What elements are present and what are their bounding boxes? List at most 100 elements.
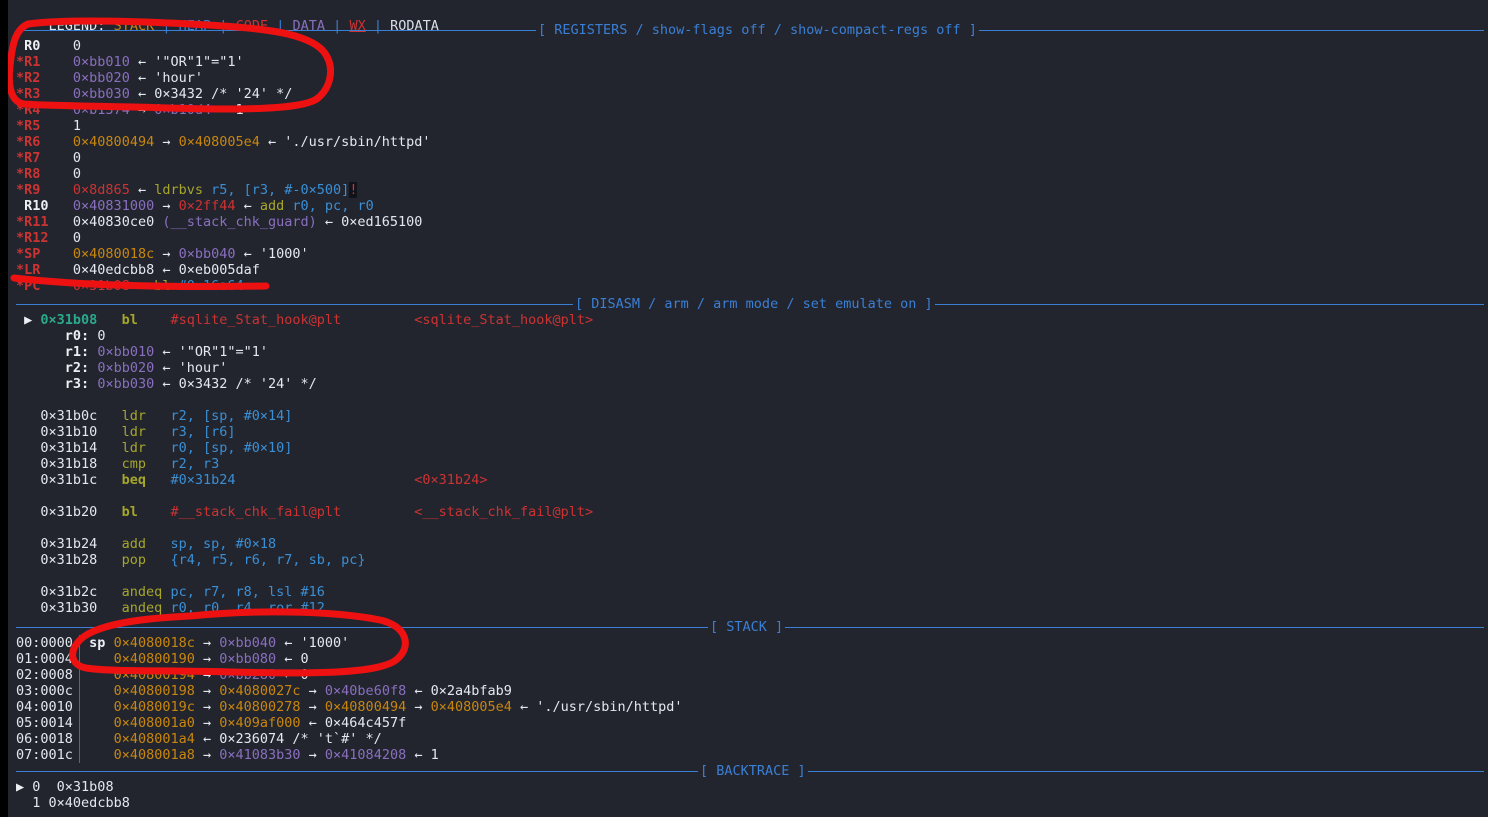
value-fragment: 0×41084208: [324, 747, 407, 763]
register-name: SP: [24, 246, 57, 262]
value-fragment: (__stack_chk_guard): [154, 214, 317, 230]
register-name: R10: [24, 198, 57, 214]
backtrace-address: 0×40edcbb8: [48, 795, 130, 811]
stack-row: 06:0018 0×408001a4 ← 0×236074 /* 't`#' *…: [8, 731, 1488, 747]
disasm-instruction-row: 0×31b0c ldr r2, [sp, #0×14]: [8, 408, 1488, 424]
register-name: R12: [24, 230, 57, 246]
register-name: R6: [24, 134, 57, 150]
value-fragment: →: [194, 651, 220, 667]
value-fragment: [203, 182, 211, 198]
disasm-address: 0×31b14: [40, 440, 122, 456]
value-fragment: ←: [154, 376, 179, 392]
value-fragment: 0×31b08: [72, 278, 130, 294]
disasm-operands: r2, [sp, #0×14]: [170, 408, 415, 424]
value-fragment: 0×40be60f8: [324, 683, 407, 699]
disasm-address: 0×31b30: [40, 600, 122, 616]
value-fragment: →: [194, 699, 220, 715]
backtrace-panel: ▶ 0 0×31b08 1 0×40edcbb8: [8, 779, 1488, 811]
register-modified-star: *: [16, 230, 25, 246]
value-fragment: 'hour': [178, 360, 228, 376]
register-row-r2: *R2 0×bb020 ← 'hour': [8, 70, 1488, 86]
register-row-r4: *R4 0×b1374 → 0×b10d4 ← 1: [8, 102, 1488, 118]
stack-register-tag: [89, 651, 105, 667]
disasm-arg-label: r2:: [64, 360, 90, 376]
value-fragment: 0×4080018c: [72, 246, 155, 262]
value-fragment: ←: [235, 198, 260, 214]
value-fragment: 0×bb280: [219, 667, 277, 683]
stack-offset: 06:0018: [16, 731, 73, 747]
disasm-instruction-row: 0×31b30 andeq r0, r0, r4, ror #12: [8, 600, 1488, 616]
value-fragment: 0×408005e4: [178, 134, 260, 150]
value-fragment: 0×40edcbb8: [72, 262, 155, 278]
register-modified-star: *: [16, 150, 25, 166]
value-fragment: ←: [129, 182, 155, 198]
value-fragment: →: [194, 747, 220, 763]
stack-gutter-separator: [79, 651, 80, 667]
disasm-instruction-row: ▶ 0×31b08 bl #sqlite_Stat_hook@plt <sqli…: [8, 312, 1488, 328]
value-fragment: 0×408005e4: [430, 699, 512, 715]
disasm-arg-label: r1:: [64, 344, 90, 360]
disasm-instruction-row: 0×31b10 ldr r3, [r6]: [8, 424, 1488, 440]
register-modified-star: *: [16, 214, 25, 230]
disasm-address: 0×31b10: [40, 424, 122, 440]
register-row-lr: *LR 0×40edcbb8 ← 0×eb005daf: [8, 262, 1488, 278]
disasm-instruction-row: 0×31b28 pop {r4, r5, r6, r7, sb, pc}: [8, 552, 1488, 568]
value-fragment: './usr/sbin/httpd': [284, 134, 431, 150]
value-fragment: 0×bb020: [72, 70, 130, 86]
stack-gutter-separator: [79, 635, 80, 651]
value-fragment: 0×bb040: [178, 246, 236, 262]
disasm-instruction-row: 0×31b14 ldr r0, [sp, #0×10]: [8, 440, 1488, 456]
stack-offset: 00:0000: [16, 635, 73, 651]
register-row-r8: *R8 0: [8, 166, 1488, 182]
value-fragment: ldrbvs: [154, 182, 203, 198]
value-fragment: 0: [300, 651, 309, 667]
stack-gutter-separator: [79, 731, 80, 747]
stack-register-tag: [89, 683, 105, 699]
stack-row: 05:0014 0×408001a0 → 0×409af000 ← 0×464c…: [8, 715, 1488, 731]
disasm-mnemonic: ldr: [121, 440, 171, 456]
value-fragment: →: [129, 102, 155, 118]
value-fragment: '"OR"1"="1': [154, 54, 244, 70]
disasm-spacer: [8, 520, 1488, 536]
stack-row: 02:0008 0×40800194 → 0×bb280 ← 0: [8, 667, 1488, 683]
value-fragment: 0: [72, 166, 82, 182]
value-fragment: →: [154, 246, 179, 262]
stack-offset: 07:001c: [16, 747, 73, 763]
disasm-address: 0×31b1c: [40, 472, 122, 488]
stack-register-tag: [89, 731, 105, 747]
value-fragment: ←: [154, 262, 179, 278]
register-name: R11: [24, 214, 57, 230]
value-fragment: 0×eb005daf: [178, 262, 260, 278]
value-fragment: 0×3432 /* '24' */: [154, 86, 293, 102]
register-row-sp: *SP 0×4080018c → 0×bb040 ← '1000': [8, 246, 1488, 262]
value-fragment: ←: [129, 70, 155, 86]
stack-register-tag: [89, 715, 105, 731]
stack-gutter-separator: [79, 715, 80, 731]
disasm-mnemonic: bl: [121, 504, 171, 520]
disasm-target-comment: <0×31b24>: [414, 472, 488, 488]
register-row-r10: R10 0×40831000 → 0×2ff44 ← add r0, pc, r…: [8, 198, 1488, 214]
register-name: LR: [24, 262, 57, 278]
value-fragment: 0×41083b30: [219, 747, 301, 763]
value-fragment: →: [194, 683, 220, 699]
value-fragment: 0×40800194: [113, 667, 195, 683]
backtrace-frame-row: 1 0×40edcbb8: [8, 795, 1488, 811]
register-row-r5: *R5 1: [8, 118, 1488, 134]
disasm-instruction-row: 0×31b20 bl #__stack_chk_fail@plt <__stac…: [8, 504, 1488, 520]
register-modified-star: [16, 198, 24, 214]
registers-panel: R0 0 *R1 0×bb010 ← '"OR"1"="1' *R2 0×bb020…: [8, 38, 1488, 294]
disasm-address: 0×31b0c: [40, 408, 122, 424]
value-fragment: r5, [r3, #-0×500]: [211, 182, 350, 198]
disasm-address: 0×31b18: [40, 456, 122, 472]
disasm-mnemonic: ldr: [121, 424, 171, 440]
disasm-operands: #__stack_chk_fail@plt: [170, 504, 415, 520]
disasm-spacer: [8, 488, 1488, 504]
value-fragment: →: [194, 715, 220, 731]
register-name: R5: [24, 118, 57, 134]
register-name: R2: [24, 70, 57, 86]
value-fragment: add: [259, 198, 285, 214]
value-fragment: 0×408001a8: [113, 747, 195, 763]
value-fragment: '"OR"1"="1': [178, 344, 269, 360]
disasm-address: 0×31b2c: [40, 584, 122, 600]
stack-row: 04:0010 0×4080019c → 0×40800278 → 0×4080…: [8, 699, 1488, 715]
